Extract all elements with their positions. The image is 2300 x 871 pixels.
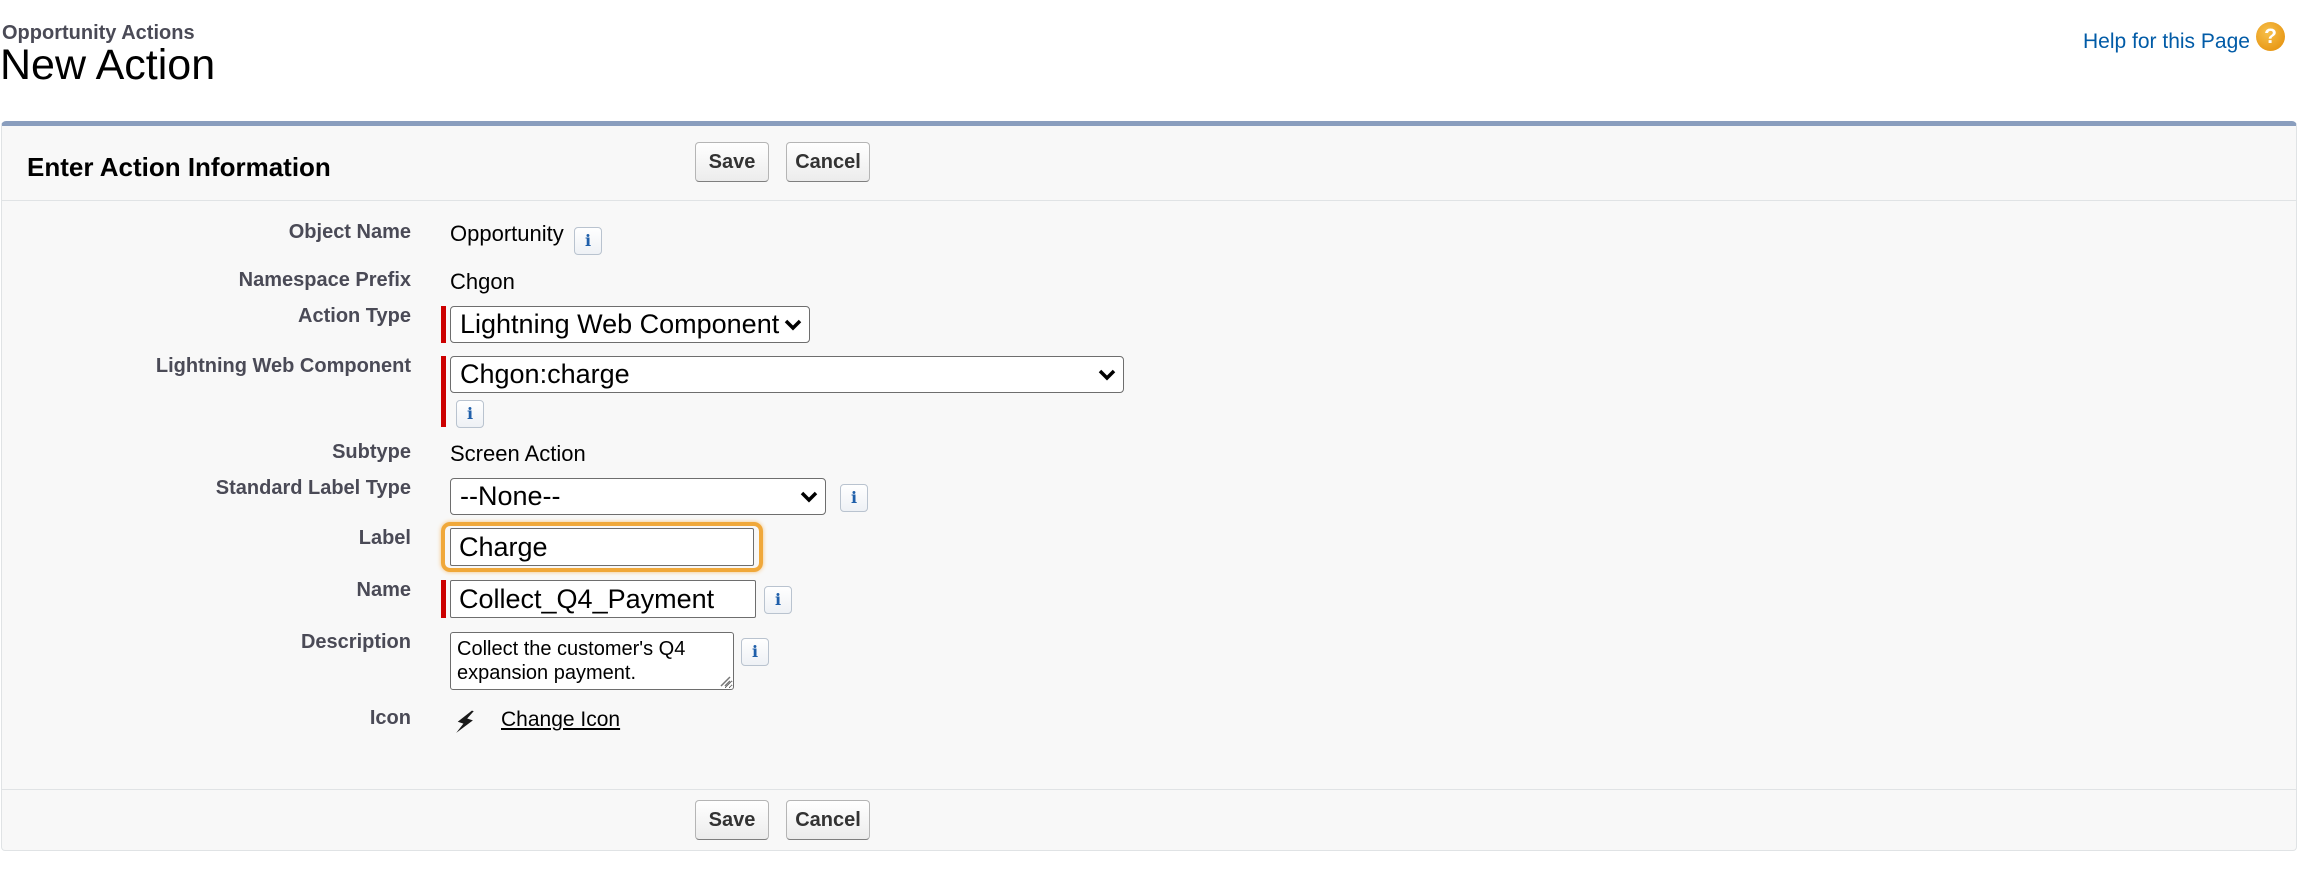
action-type-label: Action Type	[298, 305, 411, 327]
lwc-label: Lightning Web Component	[155, 355, 411, 377]
chevron-down-icon	[1097, 357, 1117, 402]
action-type-selected: Lightning Web Component	[460, 309, 780, 339]
lightning-bolt-icon	[456, 710, 474, 733]
object-name-label: Object Name	[288, 221, 411, 243]
chevron-down-icon	[783, 307, 803, 352]
description-text: Collect the customer's Q4 expansion paym…	[457, 638, 686, 684]
panel-title: Enter Action Information	[27, 152, 331, 182]
page-title: New Action	[0, 41, 216, 89]
required-indicator	[441, 306, 446, 343]
cancel-button[interactable]: Cancel	[786, 142, 870, 182]
subtype-value: Screen Action	[450, 441, 586, 466]
save-button[interactable]: Save	[695, 142, 769, 182]
description-textarea[interactable]: Collect the customer's Q4 expansion paym…	[450, 632, 734, 690]
chevron-down-icon	[799, 479, 819, 524]
label-input[interactable]	[450, 528, 754, 566]
object-name-value: Opportunity	[450, 221, 564, 246]
object-name-info-icon[interactable]: i	[574, 227, 602, 255]
standard-label-type-info-icon[interactable]: i	[840, 484, 868, 512]
required-indicator	[441, 356, 446, 427]
change-icon-link[interactable]: Change Icon	[501, 708, 620, 732]
action-type-select[interactable]: Lightning Web Component	[450, 306, 810, 343]
page-header: Opportunity Actions New Action Help for …	[0, 0, 2300, 110]
panel-header: Enter Action Information Save Cancel	[2, 126, 2296, 201]
namespace-prefix-value: Chgon	[450, 269, 515, 294]
description-info-icon[interactable]: i	[741, 638, 769, 666]
resize-grip-icon[interactable]	[719, 675, 731, 687]
lwc-info-icon[interactable]: i	[456, 400, 484, 428]
name-input[interactable]	[450, 580, 756, 618]
help-link[interactable]: Help for this Page	[2083, 30, 2250, 54]
required-indicator	[441, 580, 446, 618]
icon-label: Icon	[369, 707, 411, 729]
standard-label-type-selected: --None--	[460, 481, 561, 511]
standard-label-type-label: Standard Label Type	[215, 477, 411, 499]
namespace-prefix-label: Namespace Prefix	[238, 269, 411, 291]
name-field-label: Name	[356, 579, 411, 601]
description-label: Description	[300, 631, 411, 653]
question-mark-icon[interactable]: ?	[2256, 22, 2285, 51]
save-button-bottom[interactable]: Save	[695, 800, 769, 840]
cancel-button-bottom[interactable]: Cancel	[786, 800, 870, 840]
lwc-selected: Chgon:charge	[460, 359, 630, 389]
lwc-select[interactable]: Chgon:charge	[450, 356, 1124, 393]
name-info-icon[interactable]: i	[764, 586, 792, 614]
standard-label-type-select[interactable]: --None--	[450, 478, 826, 515]
panel-footer: Save Cancel	[2, 789, 2296, 852]
subtype-label: Subtype	[332, 441, 411, 463]
label-field-label: Label	[358, 527, 411, 549]
